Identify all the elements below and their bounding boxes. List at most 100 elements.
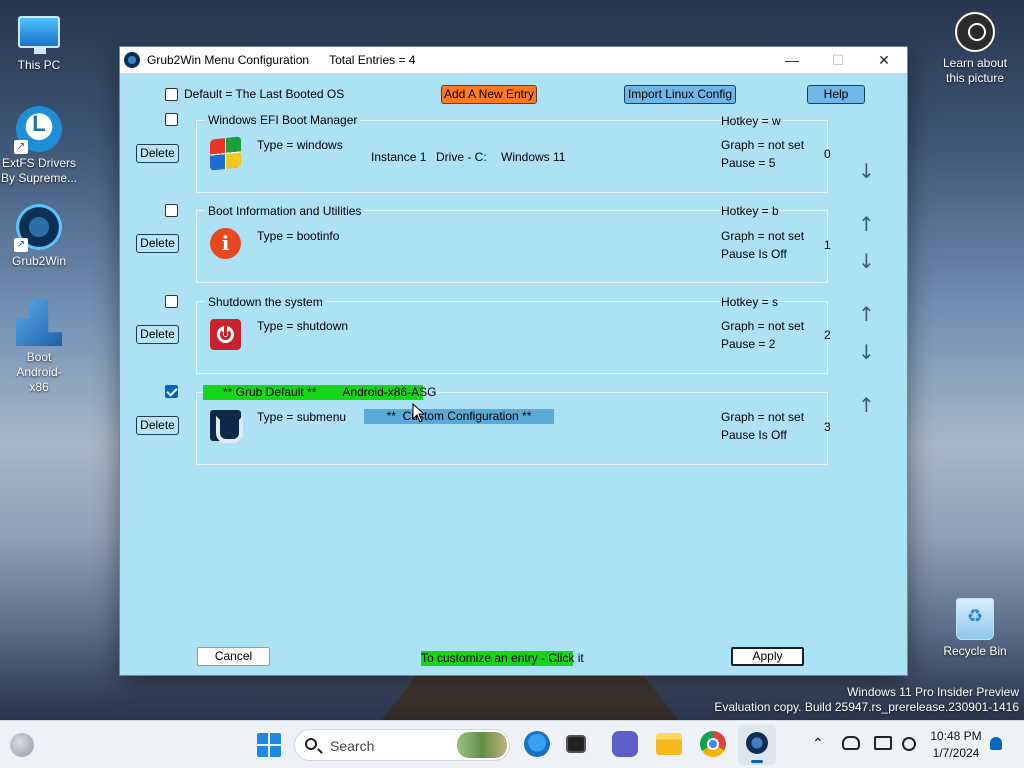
desktop-icon-this-pc[interactable]: This PC xyxy=(0,8,81,73)
title-bar[interactable]: Grub2Win Menu Configuration Total Entrie… xyxy=(120,47,907,73)
minimize-button[interactable]: — xyxy=(769,47,815,73)
desktop-icon-learn-picture[interactable]: Learn about this picture xyxy=(933,12,1017,86)
task-view-icon[interactable] xyxy=(566,735,586,753)
entry-title: Boot Information and Utilities xyxy=(205,204,365,218)
desktop-icon-boot-android[interactable]: Boot Android-x86 xyxy=(0,300,81,395)
teams-chat-icon[interactable] xyxy=(612,731,638,757)
android-x86-icon xyxy=(210,410,243,443)
apply-button[interactable]: Apply xyxy=(731,647,804,666)
extfs-drivers-icon: L ↗ xyxy=(14,106,62,154)
delete-button[interactable]: Delete xyxy=(136,416,179,435)
info-icon: i xyxy=(210,228,241,259)
delete-button[interactable]: Delete xyxy=(136,325,179,344)
entry-type: Type = submenu xyxy=(257,410,347,424)
entry-checkbox[interactable] xyxy=(165,113,178,126)
recycle-bin-icon: ♻ xyxy=(956,598,994,640)
camera-lens-icon xyxy=(955,12,995,52)
grub2win-icon: ↗ xyxy=(14,204,62,252)
weather-icon[interactable] xyxy=(10,733,34,757)
grub2win-taskbar-button[interactable] xyxy=(738,725,776,765)
desktop-icon-recycle-bin[interactable]: ♻ Recycle Bin xyxy=(933,598,1017,659)
power-icon xyxy=(210,319,241,350)
move-up-arrow-icon[interactable]: ↑ xyxy=(858,302,875,326)
windows-logo-icon xyxy=(210,136,241,171)
cancel-button[interactable]: Cancel xyxy=(197,647,270,666)
watermark-line-1: Windows 11 Pro Insider Preview xyxy=(847,685,1019,699)
move-up-arrow-icon[interactable]: ↑ xyxy=(858,212,875,236)
network-icon[interactable] xyxy=(874,736,892,750)
entry-pause: Pause Is Off xyxy=(721,428,787,442)
entry-graph: Graph = not set xyxy=(721,138,805,152)
maximize-button[interactable]: ☐ xyxy=(815,47,861,73)
taskbar-search[interactable]: Search xyxy=(294,729,510,761)
show-hidden-icons-chevron-icon[interactable]: ⌃ xyxy=(812,735,824,752)
move-down-arrow-icon[interactable]: ↓ xyxy=(858,340,875,364)
search-highlight-image[interactable] xyxy=(457,732,507,758)
entry-title-default: ** Grub Default ** Android-x86-ASG xyxy=(203,385,436,400)
desktop-icon-grub2win[interactable]: ↗ Grub2Win xyxy=(0,204,81,269)
entry-drive: Drive - C: xyxy=(436,150,487,164)
desktop-icon-label: This PC xyxy=(17,58,61,72)
volume-muted-icon[interactable] xyxy=(902,737,916,751)
entry-type: Type = shutdown xyxy=(257,319,349,333)
delete-button[interactable]: Delete xyxy=(136,234,179,253)
entry-title: Windows EFI Boot Manager xyxy=(205,113,361,127)
close-button[interactable]: ✕ xyxy=(861,47,907,73)
notification-bell-icon[interactable] xyxy=(990,737,1002,750)
add-new-entry-button[interactable]: Add A New Entry xyxy=(441,85,537,104)
android-x86-icon xyxy=(16,300,62,346)
evaluation-watermark: Windows 11 Pro Insider Preview Evaluatio… xyxy=(714,685,1019,714)
grub2win-app-icon xyxy=(746,732,768,754)
window-title: Grub2Win Menu Configuration xyxy=(147,53,310,67)
move-up-arrow-icon[interactable]: ↑ xyxy=(858,393,875,417)
entry-hotkey: Hotkey = b xyxy=(721,204,779,218)
clock-date: 1/7/2024 xyxy=(932,746,980,760)
default-last-booted-checkbox[interactable] xyxy=(165,88,178,101)
entry-pause: Pause = 2 xyxy=(721,337,776,351)
search-placeholder: Search xyxy=(330,738,375,754)
desktop-icon-label: Boot Android-x86 xyxy=(16,350,62,394)
entry-index: 2 xyxy=(824,328,831,342)
entry-title: Shutdown the system xyxy=(205,295,326,309)
entry-graph: Graph = not set xyxy=(721,319,805,333)
start-button[interactable] xyxy=(257,733,281,757)
grub2win-app-icon xyxy=(124,52,140,68)
entry-graph: Graph = not set xyxy=(721,410,805,424)
desktop-icon-label: Recycle Bin xyxy=(943,644,1007,658)
default-last-booted-label: Default = The Last Booted OS xyxy=(184,87,345,101)
customize-hint: To customize an entry - Click it xyxy=(421,651,584,666)
entry-pause: Pause Is Off xyxy=(721,247,787,261)
help-button[interactable]: Help xyxy=(807,85,865,104)
entry-checkbox[interactable] xyxy=(165,204,178,217)
chrome-icon[interactable] xyxy=(700,731,726,757)
custom-configuration-label[interactable]: ** Custom Configuration ** xyxy=(364,409,554,424)
desktop-icon-label: Grub2Win xyxy=(11,254,67,268)
move-down-arrow-icon[interactable]: ↓ xyxy=(858,159,875,183)
onedrive-offline-icon[interactable] xyxy=(842,736,860,750)
entry-index: 3 xyxy=(824,420,831,434)
clock[interactable]: 10:48 PM 1/7/2024 xyxy=(924,729,988,760)
entry-type: Type = bootinfo xyxy=(257,229,340,243)
file-explorer-icon[interactable] xyxy=(656,733,682,755)
grub2win-config-window: Grub2Win Menu Configuration Total Entrie… xyxy=(119,46,908,676)
entry-os: Windows 11 xyxy=(501,150,566,164)
entry-index: 0 xyxy=(824,147,831,161)
delete-button[interactable]: Delete xyxy=(136,144,179,163)
entry-hotkey: Hotkey = w xyxy=(721,114,781,128)
clock-time: 10:48 PM xyxy=(930,729,982,743)
import-linux-config-button[interactable]: Import Linux Config xyxy=(624,85,736,104)
entry-hotkey: Hotkey = s xyxy=(721,295,779,309)
shortcut-arrow-icon: ↗ xyxy=(14,238,28,252)
entry-checkbox[interactable] xyxy=(165,385,178,398)
edge-pre-icon[interactable] xyxy=(524,731,550,757)
shortcut-arrow-icon: ↗ xyxy=(14,140,28,154)
entry-index: 1 xyxy=(824,238,831,252)
mouse-cursor-icon xyxy=(412,403,426,423)
entry-checkbox[interactable] xyxy=(165,295,178,308)
entry-pause: Pause = 5 xyxy=(721,156,776,170)
entry-graph: Graph = not set xyxy=(721,229,805,243)
desktop-icon-extfs[interactable]: L ↗ ExtFS Drivers By Supreme... xyxy=(0,106,81,186)
move-down-arrow-icon[interactable]: ↓ xyxy=(858,249,875,273)
wallpaper-rock xyxy=(380,676,680,722)
computer-icon xyxy=(18,16,60,54)
